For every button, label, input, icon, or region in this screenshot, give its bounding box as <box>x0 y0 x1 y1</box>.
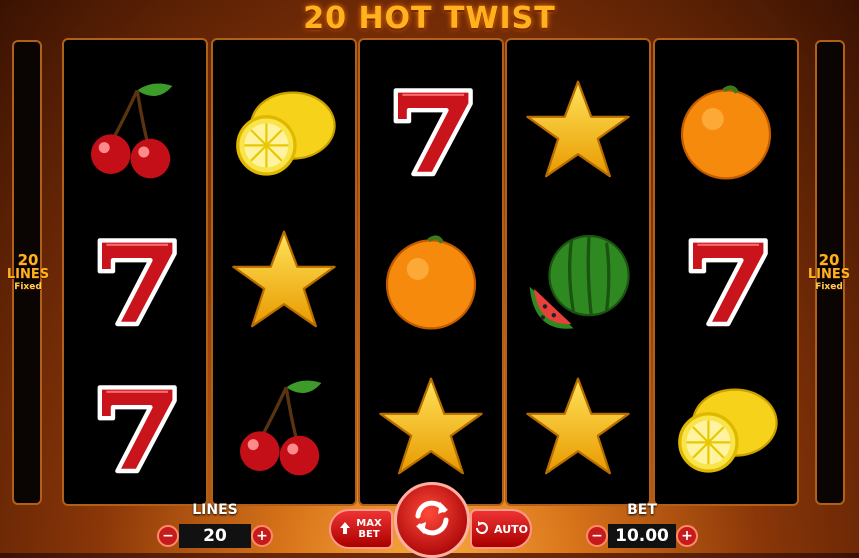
spin-arrows-icon <box>408 494 456 546</box>
cherries-symbol <box>64 55 206 205</box>
lines-count: 20 <box>818 251 840 269</box>
lines-decrease-button[interactable]: − <box>157 525 179 547</box>
watermelon-symbol <box>507 205 649 355</box>
star-symbol <box>507 55 649 205</box>
autoplay-icon <box>474 520 490 539</box>
seven-symbol <box>64 352 206 502</box>
orange-symbol <box>655 55 797 205</box>
fixed-label: Fixed <box>815 282 843 292</box>
orange-symbol <box>360 205 502 355</box>
max-bet-button[interactable]: MAX BET <box>329 509 393 549</box>
bet-label: BET <box>627 502 657 518</box>
reel-1 <box>62 38 208 506</box>
reel-4 <box>505 38 651 506</box>
reel-2 <box>211 38 357 506</box>
fixed-label: Fixed <box>14 282 42 292</box>
autoplay-button[interactable]: AUTO <box>470 509 532 549</box>
bet-stepper: − 10.00 + <box>586 524 698 548</box>
game-title: 20 HOT TWIST <box>303 1 556 36</box>
lines-stepper: − 20 + <box>157 524 273 548</box>
star-symbol <box>213 205 355 355</box>
left-lines-indicator: 20 LINES Fixed <box>0 252 58 293</box>
lines-value: 20 <box>179 524 251 548</box>
lines-label: LINES <box>192 502 238 518</box>
autoplay-label: AUTO <box>494 522 528 536</box>
seven-symbol <box>655 205 797 355</box>
seven-symbol <box>360 55 502 205</box>
lemon-symbol <box>213 55 355 205</box>
bet-value: 10.00 <box>608 524 676 548</box>
arrow-up-icon <box>339 521 351 538</box>
seven-symbol <box>64 205 206 355</box>
spin-button[interactable] <box>394 482 470 558</box>
star-symbol <box>507 352 649 502</box>
lines-increase-button[interactable]: + <box>251 525 273 547</box>
lemon-symbol <box>655 352 797 502</box>
lines-label: LINES <box>6 267 50 282</box>
bet-increase-button[interactable]: + <box>676 525 698 547</box>
cherries-symbol <box>213 352 355 502</box>
bet-decrease-button[interactable]: − <box>586 525 608 547</box>
max-bet-label: MAX BET <box>356 518 382 540</box>
reel-5 <box>653 38 799 506</box>
lines-count: 20 <box>17 251 39 269</box>
right-lines-indicator: 20 LINES Fixed <box>799 252 859 293</box>
reel-3 <box>358 38 504 506</box>
lines-label: LINES <box>807 267 851 282</box>
star-symbol <box>360 352 502 502</box>
